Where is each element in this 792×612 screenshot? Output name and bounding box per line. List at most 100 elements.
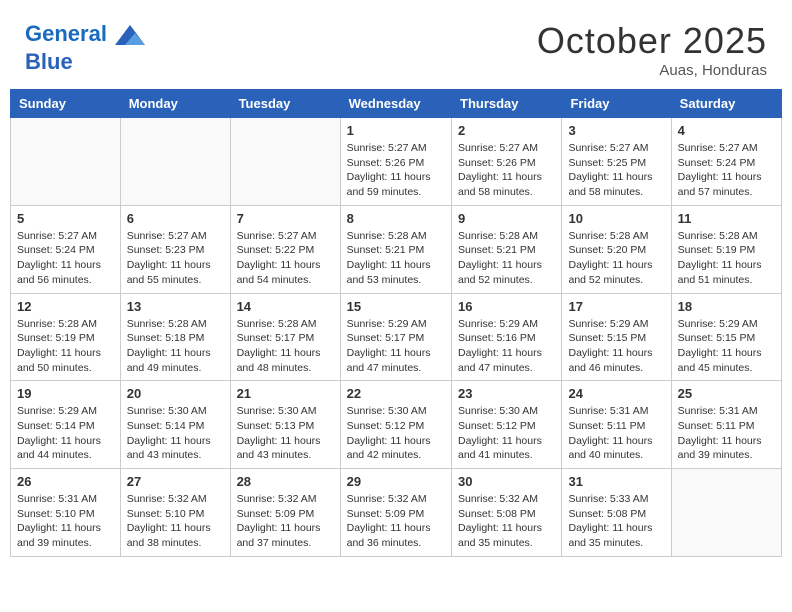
logo-general: General [25,21,107,46]
calendar-cell: 28 Sunrise: 5:32 AM Sunset: 5:09 PM Dayli… [230,469,340,557]
calendar-cell: 3 Sunrise: 5:27 AM Sunset: 5:25 PM Daylig… [562,118,671,206]
day-info: Sunrise: 5:31 AM Sunset: 5:11 PM Dayligh… [568,404,664,463]
calendar-header-row: SundayMondayTuesdayWednesdayThursdayFrid… [11,90,782,118]
day-info: Sunrise: 5:28 AM Sunset: 5:21 PM Dayligh… [347,229,445,288]
page-header: General Blue October 2025 Auas, Honduras [10,10,782,84]
day-info: Sunrise: 5:28 AM Sunset: 5:18 PM Dayligh… [127,317,224,376]
day-number: 18 [678,299,775,314]
day-number: 5 [17,211,114,226]
month-title: October 2025 [537,20,767,62]
calendar-cell [11,118,121,206]
calendar-cell: 12Sunrise: 5:28 AM Sunset: 5:19 PM Dayli… [11,293,121,381]
day-info: Sunrise: 5:32 AM Sunset: 5:10 PM Dayligh… [127,492,224,551]
calendar-cell: 31 Sunrise: 5:33 AM Sunset: 5:08 PM Dayli… [562,469,671,557]
day-number: 22 [347,386,445,401]
weekday-header: Tuesday [230,90,340,118]
calendar-cell: 15Sunrise: 5:29 AM Sunset: 5:17 PM Dayli… [340,293,451,381]
location-subtitle: Auas, Honduras [537,62,767,79]
calendar-cell [671,469,781,557]
calendar-cell: 11Sunrise: 5:28 AM Sunset: 5:19 PM Dayli… [671,205,781,293]
logo-text: General [25,20,145,50]
day-info: Sunrise: 5:30 AM Sunset: 5:12 PM Dayligh… [458,404,555,463]
calendar-cell: 9Sunrise: 5:28 AM Sunset: 5:21 PM Daylig… [452,205,562,293]
calendar-cell: 5 Sunrise: 5:27 AM Sunset: 5:24 PM Daylig… [11,205,121,293]
weekday-header: Monday [120,90,230,118]
day-info: Sunrise: 5:30 AM Sunset: 5:13 PM Dayligh… [237,404,334,463]
calendar-cell: 6 Sunrise: 5:27 AM Sunset: 5:23 PM Daylig… [120,205,230,293]
day-number: 31 [568,474,664,489]
day-number: 21 [237,386,334,401]
logo: General Blue [25,20,145,74]
day-number: 2 [458,123,555,138]
calendar-cell: 25 Sunrise: 5:31 AM Sunset: 5:11 PM Dayli… [671,381,781,469]
day-info: Sunrise: 5:27 AM Sunset: 5:26 PM Dayligh… [458,141,555,200]
calendar-week-row: 26 Sunrise: 5:31 AM Sunset: 5:10 PM Dayli… [11,469,782,557]
calendar-cell: 13 Sunrise: 5:28 AM Sunset: 5:18 PM Dayli… [120,293,230,381]
day-info: Sunrise: 5:27 AM Sunset: 5:26 PM Dayligh… [347,141,445,200]
day-number: 10 [568,211,664,226]
calendar-cell: 17 Sunrise: 5:29 AM Sunset: 5:15 PM Dayli… [562,293,671,381]
day-number: 3 [568,123,664,138]
day-info: Sunrise: 5:30 AM Sunset: 5:12 PM Dayligh… [347,404,445,463]
day-number: 27 [127,474,224,489]
calendar-cell: 19 Sunrise: 5:29 AM Sunset: 5:14 PM Dayli… [11,381,121,469]
day-number: 6 [127,211,224,226]
day-info: Sunrise: 5:32 AM Sunset: 5:09 PM Dayligh… [237,492,334,551]
calendar-week-row: 5 Sunrise: 5:27 AM Sunset: 5:24 PM Daylig… [11,205,782,293]
day-number: 29 [347,474,445,489]
calendar-week-row: 1 Sunrise: 5:27 AM Sunset: 5:26 PM Daylig… [11,118,782,206]
day-number: 28 [237,474,334,489]
day-info: Sunrise: 5:27 AM Sunset: 5:22 PM Dayligh… [237,229,334,288]
calendar-cell: 16Sunrise: 5:29 AM Sunset: 5:16 PM Dayli… [452,293,562,381]
day-number: 17 [568,299,664,314]
day-info: Sunrise: 5:27 AM Sunset: 5:23 PM Dayligh… [127,229,224,288]
weekday-header: Sunday [11,90,121,118]
day-info: Sunrise: 5:32 AM Sunset: 5:08 PM Dayligh… [458,492,555,551]
day-info: Sunrise: 5:27 AM Sunset: 5:24 PM Dayligh… [17,229,114,288]
day-info: Sunrise: 5:32 AM Sunset: 5:09 PM Dayligh… [347,492,445,551]
logo-icon [115,20,145,50]
calendar-cell: 20 Sunrise: 5:30 AM Sunset: 5:14 PM Dayli… [120,381,230,469]
calendar-cell: 4Sunrise: 5:27 AM Sunset: 5:24 PM Daylig… [671,118,781,206]
day-number: 19 [17,386,114,401]
day-number: 16 [458,299,555,314]
day-number: 1 [347,123,445,138]
calendar-cell: 24 Sunrise: 5:31 AM Sunset: 5:11 PM Dayli… [562,381,671,469]
calendar-cell: 18Sunrise: 5:29 AM Sunset: 5:15 PM Dayli… [671,293,781,381]
day-number: 8 [347,211,445,226]
calendar-cell: 21 Sunrise: 5:30 AM Sunset: 5:13 PM Dayli… [230,381,340,469]
day-info: Sunrise: 5:33 AM Sunset: 5:08 PM Dayligh… [568,492,664,551]
day-number: 25 [678,386,775,401]
calendar-cell: 7 Sunrise: 5:27 AM Sunset: 5:22 PM Daylig… [230,205,340,293]
day-info: Sunrise: 5:27 AM Sunset: 5:25 PM Dayligh… [568,141,664,200]
day-info: Sunrise: 5:29 AM Sunset: 5:15 PM Dayligh… [568,317,664,376]
day-number: 26 [17,474,114,489]
weekday-header: Friday [562,90,671,118]
day-number: 9 [458,211,555,226]
day-number: 30 [458,474,555,489]
day-number: 7 [237,211,334,226]
day-number: 24 [568,386,664,401]
calendar-table: SundayMondayTuesdayWednesdayThursdayFrid… [10,89,782,557]
day-number: 13 [127,299,224,314]
day-number: 20 [127,386,224,401]
calendar-cell: 22 Sunrise: 5:30 AM Sunset: 5:12 PM Dayli… [340,381,451,469]
weekday-header: Saturday [671,90,781,118]
day-info: Sunrise: 5:30 AM Sunset: 5:14 PM Dayligh… [127,404,224,463]
calendar-cell [230,118,340,206]
title-block: October 2025 Auas, Honduras [537,20,767,79]
day-info: Sunrise: 5:28 AM Sunset: 5:19 PM Dayligh… [17,317,114,376]
calendar-cell [120,118,230,206]
day-info: Sunrise: 5:31 AM Sunset: 5:11 PM Dayligh… [678,404,775,463]
calendar-week-row: 12Sunrise: 5:28 AM Sunset: 5:19 PM Dayli… [11,293,782,381]
day-info: Sunrise: 5:27 AM Sunset: 5:24 PM Dayligh… [678,141,775,200]
day-number: 14 [237,299,334,314]
day-info: Sunrise: 5:31 AM Sunset: 5:10 PM Dayligh… [17,492,114,551]
day-info: Sunrise: 5:29 AM Sunset: 5:17 PM Dayligh… [347,317,445,376]
logo-blue: Blue [25,50,145,74]
calendar-cell: 14Sunrise: 5:28 AM Sunset: 5:17 PM Dayli… [230,293,340,381]
day-number: 23 [458,386,555,401]
calendar-cell: 23 Sunrise: 5:30 AM Sunset: 5:12 PM Dayli… [452,381,562,469]
calendar-cell: 27 Sunrise: 5:32 AM Sunset: 5:10 PM Dayli… [120,469,230,557]
day-info: Sunrise: 5:29 AM Sunset: 5:14 PM Dayligh… [17,404,114,463]
